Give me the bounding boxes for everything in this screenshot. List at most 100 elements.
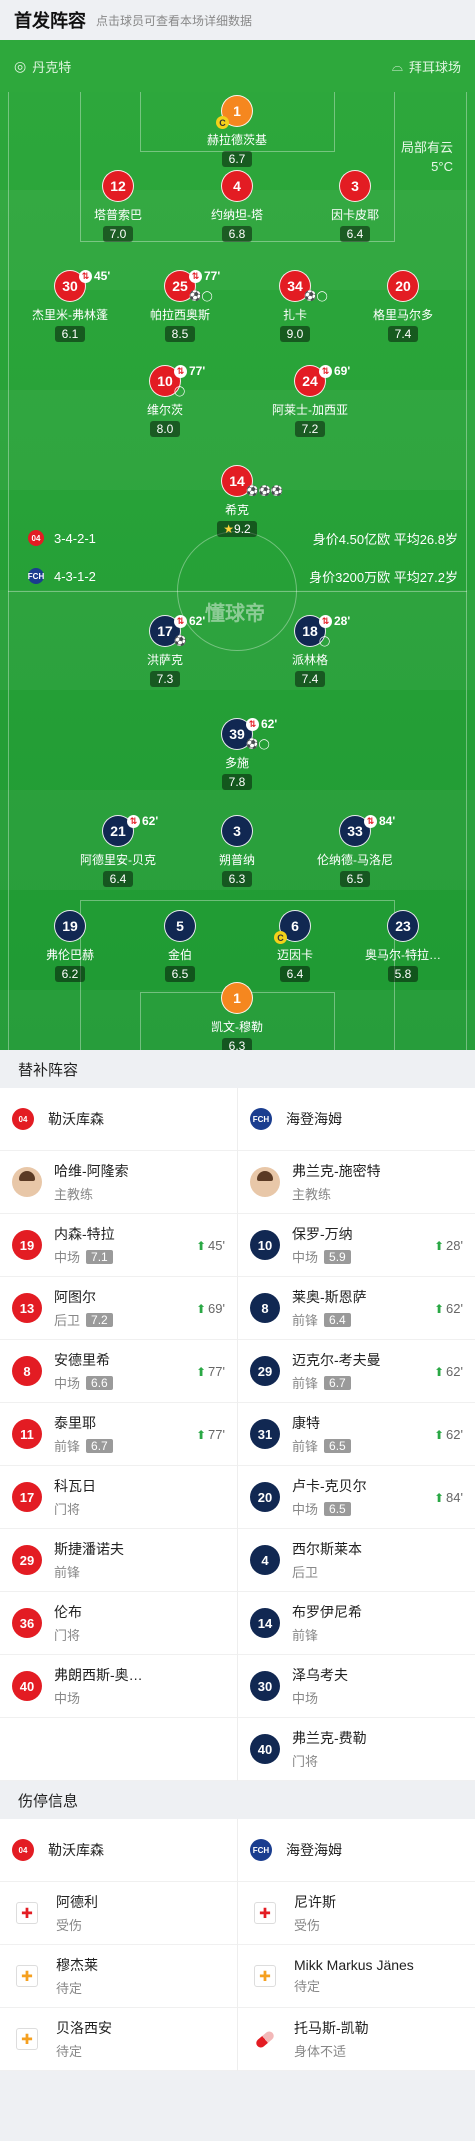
home-player[interactable]: 12 塔普索巴 7.0 — [58, 170, 178, 243]
home-player[interactable]: 34 ⚽◯ 扎卡 9.0 — [235, 270, 355, 343]
sub-player-row[interactable]: 8 莱奥-斯恩萨 前锋 6.4 ⬆ 62' — [238, 1277, 475, 1340]
player-rating: 6.7 — [86, 1438, 113, 1453]
home-player[interactable]: 30 ⇅ 45' 杰里米-弗林蓬 6.1 — [10, 269, 130, 343]
away-player[interactable]: 21 ⇅ 62' 阿德里安-贝克 6.4 — [58, 814, 178, 888]
sub-icon: ⇅ — [364, 814, 377, 828]
away-player[interactable]: 18 ⇅ 28' ◯ 派林格 7.4 — [250, 614, 370, 688]
sub-player-row[interactable]: 8 安德里希 中场 6.6 ⬆ 77' — [0, 1340, 237, 1403]
injury-row[interactable]: ✚ 尼许斯 受伤 — [238, 1882, 475, 1945]
home-player[interactable]: 10 ⇅ 77' ◯ 维尔茨 8.0 — [105, 364, 225, 438]
home-coach-row[interactable]: 哈维-阿隆索 主教练 — [0, 1151, 237, 1214]
player-rating: 6.4 — [340, 226, 370, 242]
sub-in-icon: ⬆ — [433, 1427, 445, 1442]
home-formation-value: 身价4.50亿欧 平均26.8岁 — [312, 531, 458, 547]
sub-player-row[interactable]: 11 泰里耶 前锋 6.7 ⬆ 77' — [0, 1403, 237, 1466]
sub-player-row[interactable]: 10 保罗-万纳 中场 5.9 ⬆ 28' — [238, 1214, 475, 1277]
sub-player-row[interactable]: 20 卢卡-克贝尔 中场 6.5 ⬆ 84' — [238, 1466, 475, 1529]
player-name: 卢卡-克贝尔 — [292, 1478, 367, 1494]
injury-row[interactable]: ✚ Mikk Markus Jänes 待定 — [238, 1945, 475, 2008]
home-team-row[interactable]: 04 勒沃库森 — [0, 1088, 237, 1151]
away-player[interactable]: 5 金伯 6.5 — [120, 910, 240, 983]
home-player[interactable]: 24 ⇅ 69' 阿莱士-加西亚 7.2 — [250, 364, 370, 438]
home-player[interactable]: 20 格里马尔多 7.4 — [343, 270, 463, 343]
away-team-row[interactable]: FCH 海登海姆 — [238, 1088, 475, 1151]
player-name: 康特 — [292, 1415, 320, 1431]
sub-player-row[interactable]: 29 斯捷潘诺夫 前锋 — [0, 1529, 237, 1592]
away-team-row[interactable]: FCH 海登海姆 — [238, 1819, 475, 1882]
injury-row[interactable]: 托马斯-凯勒 身体不适 — [238, 2008, 475, 2071]
player-position: 前锋 — [292, 1628, 319, 1643]
jersey-number: 20 — [387, 270, 419, 302]
away-team-name: 海登海姆 — [286, 1111, 342, 1127]
player-name: 弗兰克-费勒 — [292, 1730, 367, 1746]
sub-in-icon: ⬆ — [433, 1364, 445, 1379]
home-player[interactable]: 3 因卡皮耶 6.4 — [295, 170, 415, 243]
player-position: 中场 — [292, 1250, 319, 1265]
away-player[interactable]: 1 凯文-穆勒 6.3 — [177, 982, 297, 1050]
home-team-name: 勒沃库森 — [48, 1842, 104, 1858]
player-name: 迈克尔-考夫曼 — [292, 1352, 381, 1368]
away-player[interactable]: 3 朔普纳 6.3 — [177, 815, 297, 888]
player-name: 保罗-万纳 — [292, 1226, 353, 1242]
sub-on-time: ⬆ 28' — [433, 1238, 463, 1253]
injury-status: 身体不适 — [294, 2044, 347, 2059]
whistle-icon: ◎ — [14, 57, 27, 74]
sub-off-marker: ⇅ 45' — [79, 269, 110, 283]
sub-player-row[interactable]: 14 布罗伊尼希 前锋 — [238, 1592, 475, 1655]
player-name: 泽乌考夫 — [292, 1667, 348, 1683]
away-player[interactable]: 19 弗伦巴赫 6.2 — [10, 910, 130, 983]
heidenheim-crest-icon: FCH — [250, 1839, 272, 1861]
player-rating: 6.5 — [324, 1501, 351, 1516]
away-player[interactable]: 6 C 迈因卡 6.4 — [235, 910, 355, 983]
pitch: 懂球帝 ◎ 丹克特 ⌓ 拜耳球场 局部有云 5°C 1 C 赫拉德茨基 6.7 12 塔普索巴… — [0, 40, 475, 1050]
player-rating: 7.4 — [388, 326, 418, 342]
player-name: 塔普索巴 — [93, 208, 142, 222]
injury-row[interactable]: ✚ 阿德利 受伤 — [0, 1882, 237, 1945]
player-name: 杰里米-弗林蓬 — [32, 308, 108, 322]
home-player[interactable]: 25 ⇅ 77' ⚽◯ 帕拉西奥斯 8.5 — [120, 269, 240, 343]
away-player[interactable]: 17 ⇅ 62' ⚽ 洪萨克 7.3 — [105, 614, 225, 688]
weather-condition: 局部有云 — [400, 140, 453, 155]
home-player[interactable]: 4 约纳坦-塔 6.8 — [177, 170, 297, 243]
sub-player-row[interactable]: 29 迈克尔-考夫曼 前锋 6.7 ⬆ 62' — [238, 1340, 475, 1403]
player-name: 因卡皮耶 — [330, 208, 379, 222]
sub-on-time: ⬆ 77' — [195, 1427, 225, 1442]
sub-player-row[interactable]: 13 阿图尔 后卫 7.2 ⬆ 69' — [0, 1277, 237, 1340]
leverkusen-crest-icon: 04 — [12, 1108, 34, 1130]
player-rating: 5.9 — [324, 1249, 351, 1264]
away-player[interactable]: 23 奥马尔-特拉… 5.8 — [343, 910, 463, 983]
sub-player-row[interactable]: 36 伦布 门将 — [0, 1592, 237, 1655]
sub-player-row[interactable]: 40 弗朗西斯-奥… 中场 — [0, 1655, 237, 1718]
player-name: 希克 — [224, 503, 249, 517]
jersey-number: 30 ⇅ 45' — [54, 269, 110, 302]
player-position: 前锋 — [292, 1376, 319, 1391]
home-player[interactable]: 1 C 赫拉德茨基 6.7 — [177, 95, 297, 168]
jersey-number: 14 ⚽⚽⚽ — [221, 465, 283, 497]
player-position: 前锋 — [54, 1565, 81, 1580]
player-rating: 6.5 — [165, 966, 195, 982]
injury-row[interactable]: ✚ 穆杰莱 待定 — [0, 1945, 237, 2008]
event-icons: ⚽◯ — [189, 291, 213, 302]
sub-icon: ⇅ — [319, 614, 332, 628]
sub-player-row[interactable]: 17 科瓦日 门将 — [0, 1466, 237, 1529]
home-team-row[interactable]: 04 勒沃库森 — [0, 1819, 237, 1882]
sub-player-row[interactable]: 19 内森-特拉 中场 7.1 ⬆ 45' — [0, 1214, 237, 1277]
away-coach-row[interactable]: 弗兰克-施密特 主教练 — [238, 1151, 475, 1214]
sub-player-row[interactable]: 30 泽乌考夫 中场 — [238, 1655, 475, 1718]
injury-row[interactable]: ✚ 贝洛西安 待定 — [0, 2008, 237, 2071]
coach-role: 主教练 — [54, 1187, 94, 1202]
player-position: 中场 — [54, 1250, 81, 1265]
sub-player-row[interactable]: 4 西尔斯莱本 后卫 — [238, 1529, 475, 1592]
sub-player-row[interactable]: 40 弗兰克-费勒 门将 — [238, 1718, 475, 1781]
away-player[interactable]: 39 ⇅ 62' ⚽◯ 多施 7.8 — [177, 717, 297, 791]
away-player[interactable]: 33 ⇅ 84' 伦纳德-马洛尼 6.5 — [295, 814, 415, 888]
player-name: 赫拉德茨基 — [206, 133, 267, 147]
leverkusen-crest-icon: 04 — [12, 1839, 34, 1861]
home-player[interactable]: 14 ⚽⚽⚽ 希克 ★9.2 — [177, 465, 297, 538]
sub-off-marker: ⇅ 28' — [319, 614, 350, 628]
injury-icon: ✚ — [16, 1902, 38, 1924]
player-name: 弗伦巴赫 — [45, 948, 94, 962]
sub-icon: ⇅ — [246, 717, 259, 731]
sub-player-row[interactable]: 31 康特 前锋 6.5 ⬆ 62' — [238, 1403, 475, 1466]
sub-icon: ⇅ — [127, 814, 140, 828]
